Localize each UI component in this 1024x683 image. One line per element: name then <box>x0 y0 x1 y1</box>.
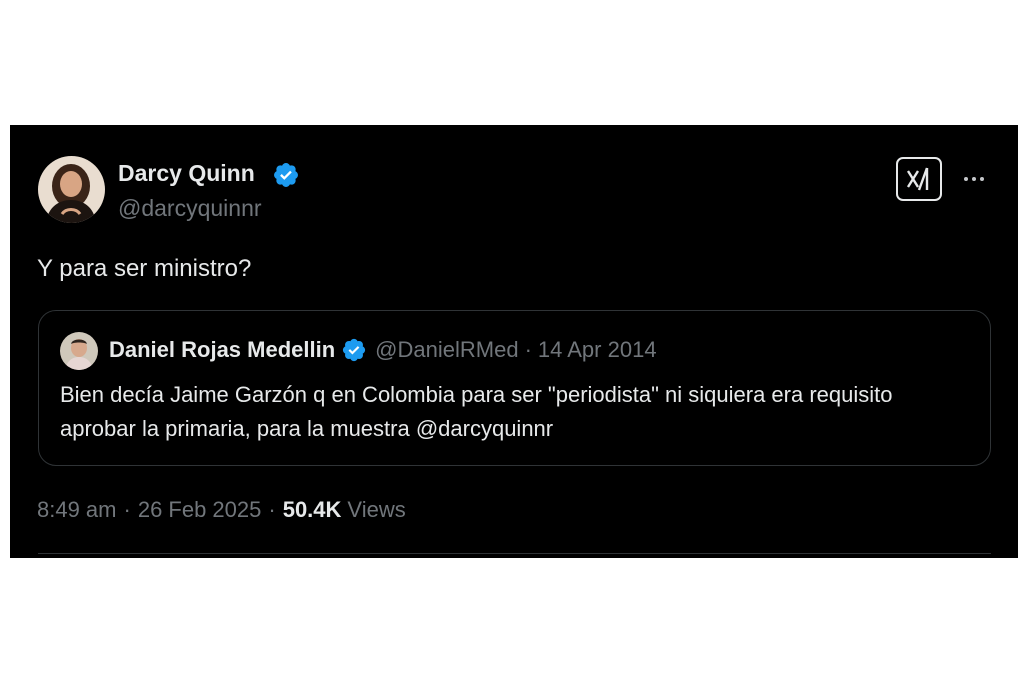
more-options-button[interactable] <box>958 169 990 189</box>
meta-separator: · <box>123 497 131 522</box>
quote-separator: · <box>524 337 532 362</box>
views-count: 50.4K <box>282 497 342 522</box>
tweet-text: Y para ser ministro? <box>37 255 252 282</box>
divider <box>38 553 991 554</box>
quote-author-avatar <box>60 332 98 370</box>
tweet-meta: 8:49 am · 26 Feb 2025 · 50.4K Views <box>37 497 406 523</box>
author-name[interactable]: Darcy Quinn <box>118 160 255 187</box>
grok-button[interactable] <box>896 157 942 201</box>
tweet-time[interactable]: 8:49 am <box>37 497 117 523</box>
verified-badge-icon <box>274 163 298 187</box>
quote-date[interactable]: 14 Apr 2014 <box>538 337 657 363</box>
author-handle[interactable]: @darcyquinnr <box>118 195 262 222</box>
verified-badge-icon <box>343 338 366 362</box>
quote-author-name[interactable]: Daniel Rojas Medellin <box>109 337 335 363</box>
quote-author-handle[interactable]: @DanielRMed <box>375 337 518 363</box>
quote-header: Daniel Rojas Medellin @DanielRMed · 14 A… <box>109 337 657 363</box>
tweet-date[interactable]: 26 Feb 2025 <box>138 497 262 523</box>
views-label: Views <box>347 497 406 522</box>
meta-separator: · <box>268 497 276 522</box>
grok-icon <box>906 167 929 191</box>
more-horizontal-icon <box>964 177 968 181</box>
author-avatar[interactable] <box>38 156 105 223</box>
quote-text: Bien decía Jaime Garzón q en Colombia pa… <box>60 382 893 441</box>
tweet-card[interactable]: Darcy Quinn @darcyquinnr Y para ser mini… <box>10 125 1018 558</box>
quoted-tweet[interactable]: Daniel Rojas Medellin @DanielRMed · 14 A… <box>38 310 991 466</box>
